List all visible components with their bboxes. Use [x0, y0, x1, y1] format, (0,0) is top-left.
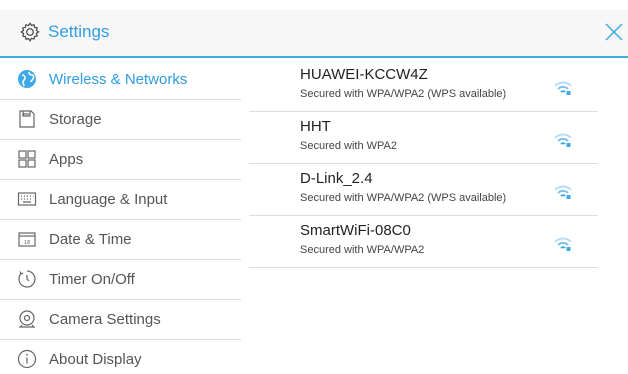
gear-icon — [20, 22, 40, 42]
network-ssid: HHT — [300, 118, 331, 135]
sidebar-item-about-display[interactable]: About Display — [0, 340, 241, 374]
network-item[interactable]: HHT Secured with WPA2 — [249, 112, 598, 164]
sidebar-item-label: Date & Time — [49, 231, 132, 248]
globe-icon — [18, 70, 36, 88]
network-security: Secured with WPA/WPA2 (WPS available) — [300, 88, 507, 100]
sidebar-item-label: Apps — [49, 151, 84, 168]
info-icon — [17, 349, 37, 369]
keyboard-icon — [17, 192, 37, 206]
sidebar-item-label: About Display — [49, 351, 142, 368]
network-ssid: SmartWiFi-08C0 — [300, 222, 411, 239]
network-ssid: D-Link_2.4 — [300, 170, 373, 187]
sidebar-item-camera-settings[interactable]: Camera Settings — [0, 300, 241, 340]
network-item[interactable]: D-Link_2.4 Secured with WPA/WPA2 (WPS av… — [249, 164, 598, 216]
network-security: Secured with WPA2 — [300, 140, 398, 152]
network-item[interactable]: HUAWEI-KCCW4Z Secured with WPA/WPA2 (WPS… — [249, 60, 598, 112]
close-icon[interactable] — [603, 21, 625, 43]
page-title: Settings — [48, 22, 110, 41]
apps-grid-icon — [18, 150, 36, 168]
network-ssid: HUAWEI-KCCW4Z — [300, 66, 428, 83]
sidebar-item-wireless-networks[interactable]: Wireless & Networks — [0, 60, 241, 100]
svg-text:18: 18 — [24, 240, 30, 246]
network-security: Secured with WPA/WPA2 (WPS available) — [300, 192, 507, 204]
sidebar-item-language-input[interactable]: Language & Input — [0, 180, 241, 220]
calendar-icon: 18 — [18, 232, 36, 247]
wifi-network-list: HUAWEI-KCCW4Z Secured with WPA/WPA2 (WPS… — [249, 60, 598, 268]
camera-icon — [18, 310, 36, 328]
wifi-icon — [554, 185, 572, 199]
sidebar-item-label: Camera Settings — [49, 311, 161, 328]
sidebar-item-apps[interactable]: Apps — [0, 140, 241, 180]
storage-icon — [19, 110, 35, 128]
sidebar-item-label: Wireless & Networks — [49, 71, 188, 88]
wifi-icon — [554, 81, 572, 95]
sidebar-item-label: Storage — [49, 111, 102, 128]
wifi-icon — [554, 133, 572, 147]
timer-icon — [18, 270, 36, 288]
sidebar-item-storage[interactable]: Storage — [0, 100, 241, 140]
sidebar-item-timer-on-off[interactable]: Timer On/Off — [0, 260, 241, 300]
settings-header: Settings — [0, 10, 628, 58]
sidebar-item-label: Timer On/Off — [49, 271, 135, 288]
wifi-icon — [554, 237, 572, 251]
network-security: Secured with WPA/WPA2 — [300, 244, 425, 256]
settings-sidebar: Wireless & Networks Storage Apps Languag… — [0, 60, 241, 374]
network-item[interactable]: SmartWiFi-08C0 Secured with WPA/WPA2 — [249, 216, 598, 268]
sidebar-item-label: Language & Input — [49, 191, 168, 208]
sidebar-item-date-time[interactable]: 18 Date & Time — [0, 220, 241, 260]
